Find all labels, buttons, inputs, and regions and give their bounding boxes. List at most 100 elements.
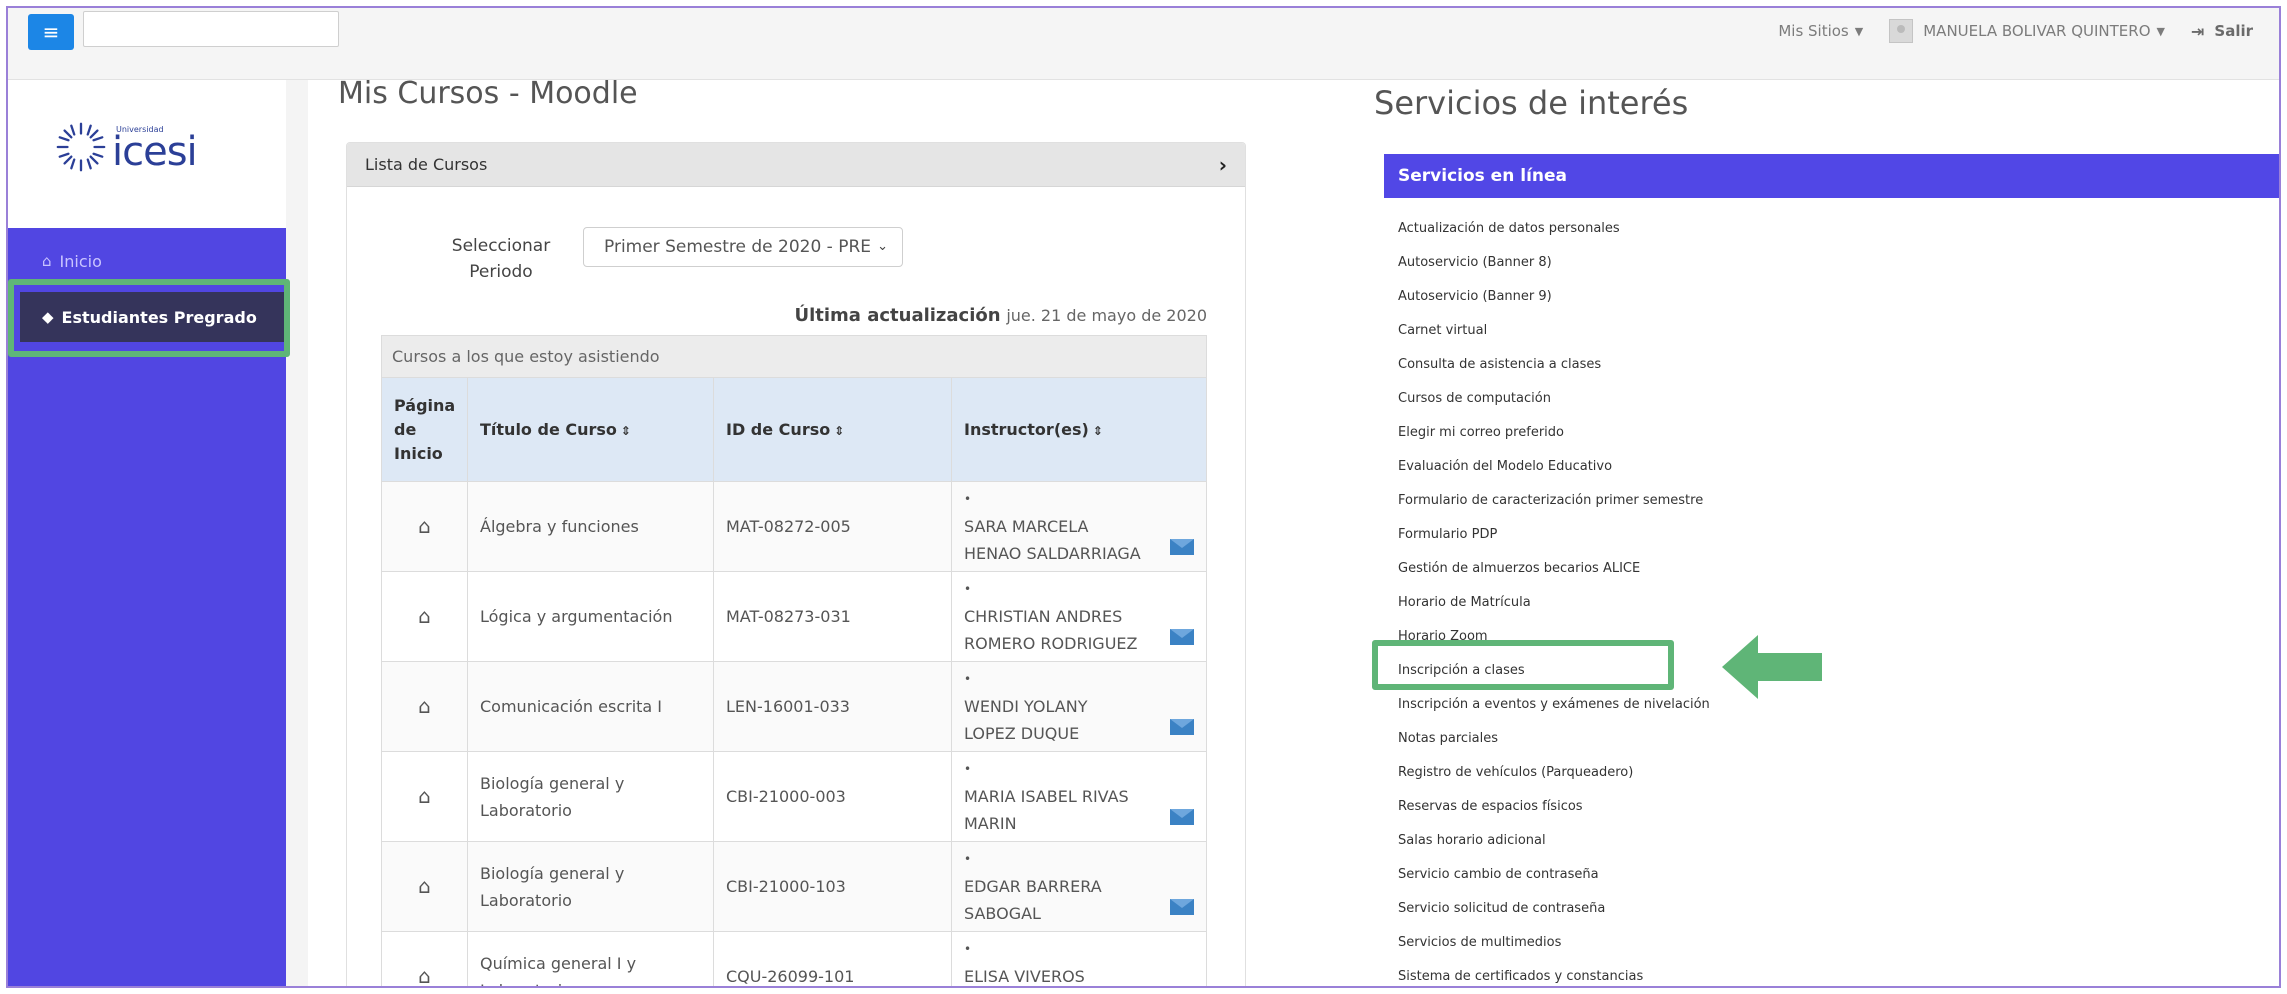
service-link[interactable]: Servicios de multimedios: [1384, 926, 2279, 960]
course-home-link[interactable]: ⌂: [381, 931, 468, 988]
service-link[interactable]: Elegir mi correo preferido: [1384, 416, 2279, 450]
service-link[interactable]: Formulario PDP: [1384, 518, 2279, 552]
instructor-name: CHRISTIAN ANDRES ROMERO RODRIGUEZ: [964, 607, 1138, 653]
column-header-title[interactable]: Título de Curso ⇕: [467, 377, 714, 482]
service-link[interactable]: Salas horario adicional: [1384, 824, 2279, 858]
course-home-link[interactable]: ⌂: [381, 661, 468, 752]
envelope-icon[interactable]: [1170, 629, 1194, 645]
chevron-down-icon: ▼: [1854, 24, 1864, 38]
logout-link[interactable]: ⇥ Salir: [2191, 22, 2253, 41]
courses-section: Mis Cursos - Moodle Lista de Cursos › Se…: [308, 76, 1288, 988]
annotation-arrow-icon: [1722, 635, 1822, 699]
course-title: Química general I y Laboratori: [467, 931, 714, 986]
annotation-highlight-box: [1372, 640, 1674, 690]
logo-burst-icon: [52, 118, 110, 176]
course-list-panel: Lista de Cursos › Seleccionar Periodo Pr…: [346, 142, 1246, 988]
envelope-icon[interactable]: [1170, 809, 1194, 825]
service-link[interactable]: Carnet virtual: [1384, 314, 2279, 348]
column-header-label: Título de Curso: [480, 420, 617, 439]
periodo-select-value: Primer Semestre de 2020 - PRE: [604, 237, 872, 257]
course-id: LEN-16001-033: [713, 661, 952, 752]
user-menu-dropdown[interactable]: MANUELA BOLIVAR QUINTERO ▼: [1889, 19, 2165, 43]
logout-icon: ⇥: [2190, 21, 2205, 41]
table-row: ⌂ Comunicación escrita I LEN-16001-033 •…: [381, 661, 1207, 752]
service-link[interactable]: Actualización de datos personales: [1384, 212, 2279, 246]
service-link[interactable]: Sistema de certificados y constancias: [1384, 960, 2279, 986]
envelope-icon[interactable]: [1170, 899, 1194, 915]
instructor-name: MARIA ISABEL RIVAS MARIN: [964, 787, 1129, 833]
last-updated-label: Última actualización: [794, 305, 1001, 326]
course-home-link[interactable]: ⌂: [381, 841, 468, 932]
course-instructor: • ELISA VIVEROS ARAQUE: [951, 931, 1207, 986]
service-link[interactable]: Servicio cambio de contraseña: [1384, 858, 2279, 892]
envelope-icon[interactable]: [1170, 539, 1194, 555]
annotation-highlight-box: [8, 279, 290, 357]
course-instructor: • EDGAR BARRERA SABOGAL: [951, 841, 1207, 932]
course-title: Álgebra y funciones: [467, 481, 714, 572]
sort-icon[interactable]: ⇕: [834, 424, 844, 438]
services-panel: Servicios en línea Actualización de dato…: [1384, 154, 2279, 986]
last-updated: Última actualización jue. 21 de mayo de …: [794, 305, 1207, 326]
service-link[interactable]: Autoservicio (Banner 8): [1384, 246, 2279, 280]
course-title: Lógica y argumentación: [467, 571, 714, 662]
services-title: Servicios de interés: [1374, 84, 1689, 122]
home-icon: ⌂: [418, 694, 431, 718]
sidebar-logo-area: Universidad icesi: [8, 80, 286, 228]
course-title: Biología general y Laboratorio: [467, 841, 714, 932]
mis-sitios-label: Mis Sitios: [1778, 22, 1849, 40]
chevron-down-icon: ⌄: [877, 239, 888, 254]
course-id: MAT-08272-005: [713, 481, 952, 572]
column-header-instructor[interactable]: Instructor(es) ⇕: [951, 377, 1207, 482]
home-icon: ⌂: [42, 252, 52, 270]
top-nav: Mis Sitios ▼ MANUELA BOLIVAR QUINTERO ▼ …: [1778, 16, 2279, 46]
course-home-link[interactable]: ⌂: [381, 481, 468, 572]
chevron-right-icon[interactable]: ›: [1219, 143, 1227, 187]
bullet: •: [964, 582, 972, 596]
service-link[interactable]: Evaluación del Modelo Educativo: [1384, 450, 2279, 484]
course-home-link[interactable]: ⌂: [381, 571, 468, 662]
search-input[interactable]: [83, 11, 339, 47]
home-icon: ⌂: [418, 604, 431, 628]
home-icon: ⌂: [418, 964, 431, 988]
bullet: •: [964, 492, 972, 506]
envelope-icon[interactable]: [1170, 719, 1194, 735]
hamburger-menu-button[interactable]: [28, 14, 74, 50]
service-link[interactable]: Consulta de asistencia a clases: [1384, 348, 2279, 382]
service-link[interactable]: Cursos de computación: [1384, 382, 2279, 416]
course-id: CBI-21000-103: [713, 841, 952, 932]
sort-icon[interactable]: ⇕: [1093, 424, 1103, 438]
periodo-select[interactable]: Primer Semestre de 2020 - PRE ⌄: [583, 227, 903, 267]
sort-icon[interactable]: ⇕: [621, 424, 631, 438]
column-header-id[interactable]: ID de Curso ⇕: [713, 377, 952, 482]
service-link[interactable]: Autoservicio (Banner 9): [1384, 280, 2279, 314]
instructor-name: SARA MARCELA HENAO SALDARRIAGA: [964, 517, 1141, 563]
instructor-name: WENDI YOLANY LOPEZ DUQUE: [964, 697, 1088, 743]
bullet: •: [964, 672, 972, 686]
instructor-name: ELISA VIVEROS ARAQUE: [964, 967, 1085, 986]
table-row: ⌂ Biología general y Laboratorio CBI-210…: [381, 751, 1207, 842]
last-updated-value: jue. 21 de mayo de 2020: [1006, 306, 1207, 325]
service-link[interactable]: Gestión de almuerzos becarios ALICE: [1384, 552, 2279, 586]
table-caption: Cursos a los que estoy asistiendo: [381, 335, 1207, 378]
course-home-link[interactable]: ⌂: [381, 751, 468, 842]
service-link[interactable]: Registro de vehículos (Parqueadero): [1384, 756, 2279, 790]
course-list-header[interactable]: Lista de Cursos ›: [347, 143, 1245, 187]
logo-wordmark: icesi: [112, 128, 198, 175]
service-link[interactable]: Formulario de caracterización primer sem…: [1384, 484, 2279, 518]
home-icon: ⌂: [418, 784, 431, 808]
course-title: Biología general y Laboratorio: [467, 751, 714, 842]
service-link[interactable]: Notas parciales: [1384, 722, 2279, 756]
service-link[interactable]: Horario de Matrícula: [1384, 586, 2279, 620]
sidebar-item-label: Inicio: [59, 251, 102, 271]
service-link[interactable]: Reservas de espacios físicos: [1384, 790, 2279, 824]
service-link[interactable]: Servicio solicitud de contraseña: [1384, 892, 2279, 926]
column-header-label: ID de Curso: [726, 420, 831, 439]
service-link[interactable]: Inscripción a eventos y exámenes de nive…: [1384, 688, 2279, 722]
course-title: Comunicación escrita I: [467, 661, 714, 752]
avatar: [1889, 19, 1914, 43]
course-instructor: • MARIA ISABEL RIVAS MARIN: [951, 751, 1207, 842]
logo-text: Universidad icesi: [112, 125, 198, 175]
periodo-label: Seleccionar Periodo: [451, 236, 551, 282]
bullet: •: [964, 942, 972, 956]
mis-sitios-dropdown[interactable]: Mis Sitios ▼: [1778, 22, 1863, 40]
